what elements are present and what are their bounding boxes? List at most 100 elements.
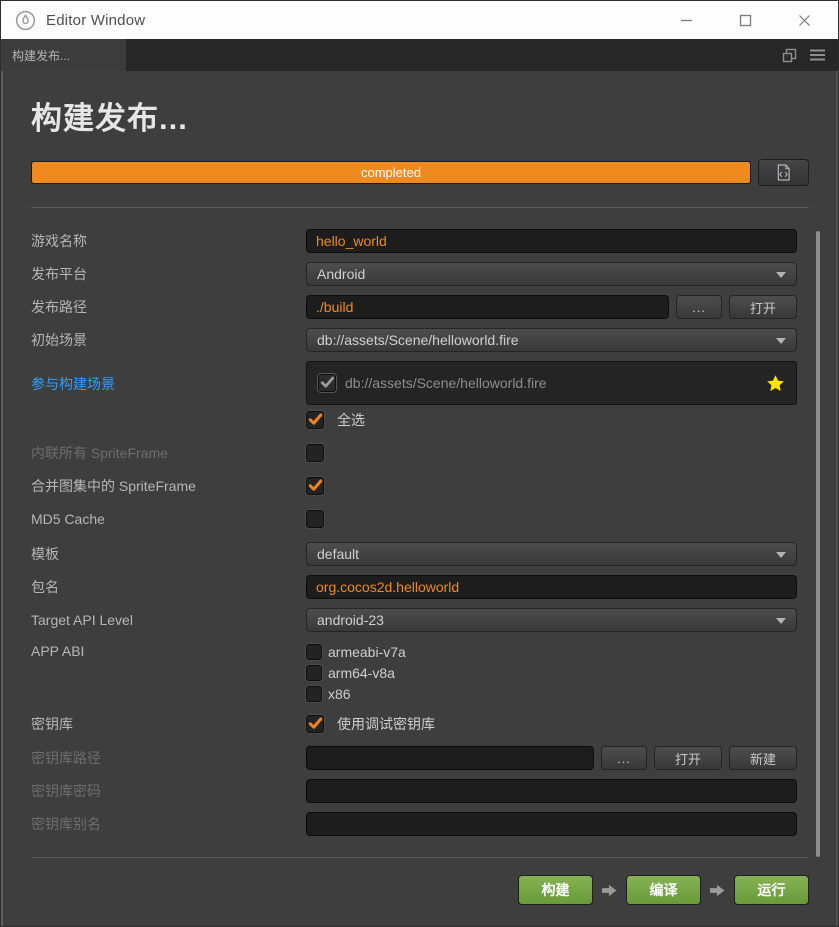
form-row-md5-cache: MD5 Cache (31, 509, 809, 529)
close-button[interactable] (789, 5, 819, 35)
keystore-label: 密钥库 (31, 716, 73, 732)
abi-x86-checkbox[interactable] (306, 685, 322, 702)
form-row-select-all: 全选 (31, 410, 809, 430)
build-settings-form: 游戏名称 发布平台 Android (31, 229, 809, 836)
template-select[interactable]: default (306, 542, 797, 566)
popout-window-icon (782, 48, 797, 62)
abi-armeabi-v7a-checkbox[interactable] (306, 643, 322, 660)
compile-button[interactable]: 编译 (626, 875, 701, 905)
keystore-password-label: 密钥库密码 (31, 783, 101, 799)
form-row-api-level: Target API Level android-23 (31, 608, 809, 632)
build-path-input[interactable] (306, 295, 669, 319)
footer: 构建 编译 运行 (31, 857, 809, 926)
form-row-keystore-password: 密钥库密码 (31, 779, 809, 803)
build-path-browse-button[interactable]: ... (676, 295, 722, 319)
package-name-label: 包名 (31, 579, 59, 595)
form-row-keystore-alias: 密钥库别名 (31, 812, 809, 836)
keystore-path-new-button[interactable]: 新建 (729, 746, 797, 770)
game-name-label: 游戏名称 (31, 233, 87, 249)
editor-window: Editor Window 构建发布... 构建发布... completed … (0, 0, 839, 927)
cocos-logo-icon (15, 10, 36, 30)
top-divider (31, 207, 809, 208)
form-row-scenes: 参与构建场景 db://assets/Scene/helloworld.fire (31, 361, 809, 405)
abi-option-arm64-v8a: arm64-v8a (306, 662, 406, 683)
keystore-path-browse-button[interactable]: ... (601, 746, 647, 770)
keystore-alias-input[interactable] (306, 812, 797, 836)
select-all-checkbox[interactable] (306, 411, 324, 429)
progress-status: completed (361, 165, 421, 180)
vertical-scrollbar[interactable] (816, 231, 820, 857)
titlebar: Editor Window (1, 1, 838, 39)
api-level-label: Target API Level (31, 612, 133, 628)
platform-label: 发布平台 (31, 266, 87, 282)
maximize-button[interactable] (730, 5, 760, 35)
build-path-label: 发布路径 (31, 299, 87, 315)
scene-item-path: db://assets/Scene/helloworld.fire (345, 375, 547, 391)
menu-icon (810, 49, 825, 61)
tabbar: 构建发布... (1, 39, 838, 71)
app-abi-label: APP ABI (31, 643, 85, 659)
merge-spriteframe-label: 合并图集中的 SpriteFrame (31, 478, 196, 494)
minimize-icon (680, 19, 692, 21)
log-file-icon (777, 164, 790, 181)
build-button[interactable]: 构建 (518, 875, 593, 905)
window-controls (642, 5, 819, 35)
merge-spriteframe-checkbox[interactable] (306, 477, 324, 495)
build-path-open-button[interactable]: 打开 (729, 295, 797, 319)
form-row-game-name: 游戏名称 (31, 229, 809, 253)
md5-cache-label: MD5 Cache (31, 511, 105, 527)
md5-cache-checkbox[interactable] (306, 510, 324, 528)
caret-down-icon (776, 338, 786, 344)
form-row-build-path: 发布路径 ... 打开 (31, 295, 809, 319)
inline-spriteframe-label: 内联所有 SpriteFrame (31, 445, 168, 461)
abi-arm64-v8a-checkbox[interactable] (306, 664, 322, 681)
footer-divider (31, 857, 809, 858)
editor-chrome: 构建发布... 构建发布... completed 游戏名称 hello_wor… (1, 39, 838, 926)
template-label: 模板 (31, 546, 59, 562)
caret-down-icon (776, 618, 786, 624)
keystore-path-label: 密钥库路径 (31, 750, 101, 766)
package-name-input[interactable] (306, 575, 797, 599)
start-scene-label: 初始场景 (31, 332, 87, 348)
arrow-right-icon (602, 884, 617, 896)
scene-item-checkbox[interactable] (318, 374, 336, 392)
caret-down-icon (776, 552, 786, 558)
tab-build-release[interactable]: 构建发布... (1, 39, 126, 71)
scenes-label: 参与构建场景 (31, 376, 115, 392)
keystore-path-open-button[interactable]: 打开 (654, 746, 722, 770)
inline-spriteframe-checkbox[interactable] (306, 444, 324, 462)
form-row-package-name: 包名 (31, 575, 809, 599)
form-row-app-abi: APP ABI armeabi-v7a arm64-v8a x86 (31, 641, 809, 704)
maximize-icon (739, 14, 751, 26)
progress-fill: completed (32, 162, 750, 183)
panel-menu-button[interactable] (810, 49, 825, 61)
open-build-log-button[interactable] (758, 159, 809, 186)
page-title: 构建发布... (31, 101, 188, 136)
abi-option-x86: x86 (306, 683, 406, 704)
arrow-right-icon (710, 884, 725, 896)
scene-list: db://assets/Scene/helloworld.fire (306, 361, 797, 405)
game-name-input[interactable] (306, 229, 797, 253)
form-row-keystore-path: 密钥库路径 ... 打开 新建 (31, 746, 809, 770)
minimize-button[interactable] (671, 5, 701, 35)
use-debug-keystore-checkbox[interactable] (306, 715, 324, 733)
form-row-start-scene: 初始场景 db://assets/Scene/helloworld.fire (31, 328, 809, 352)
caret-down-icon (776, 272, 786, 278)
abi-option-armeabi-v7a: armeabi-v7a (306, 641, 406, 662)
api-level-select[interactable]: android-23 (306, 608, 797, 632)
keystore-password-input[interactable] (306, 779, 797, 803)
use-debug-keystore-label: 使用调试密钥库 (337, 716, 435, 732)
form-row-template: 模板 default (31, 542, 809, 566)
run-button[interactable]: 运行 (734, 875, 809, 905)
form-row-keystore: 密钥库 使用调试密钥库 (31, 714, 809, 734)
platform-select[interactable]: Android (306, 262, 797, 286)
form-row-merge-spriteframe: 合并图集中的 SpriteFrame (31, 476, 809, 496)
build-progress-bar: completed (31, 161, 751, 184)
form-row-platform: 发布平台 Android (31, 262, 809, 286)
build-panel: 构建发布... completed 游戏名称 hello_world 发布平台 … (1, 71, 838, 926)
popout-window-button[interactable] (782, 48, 797, 63)
form-row-inline-spriteframe: 内联所有 SpriteFrame (31, 443, 809, 463)
start-scene-select[interactable]: db://assets/Scene/helloworld.fire (306, 328, 797, 352)
close-icon (798, 14, 810, 26)
keystore-path-input[interactable] (306, 746, 594, 770)
